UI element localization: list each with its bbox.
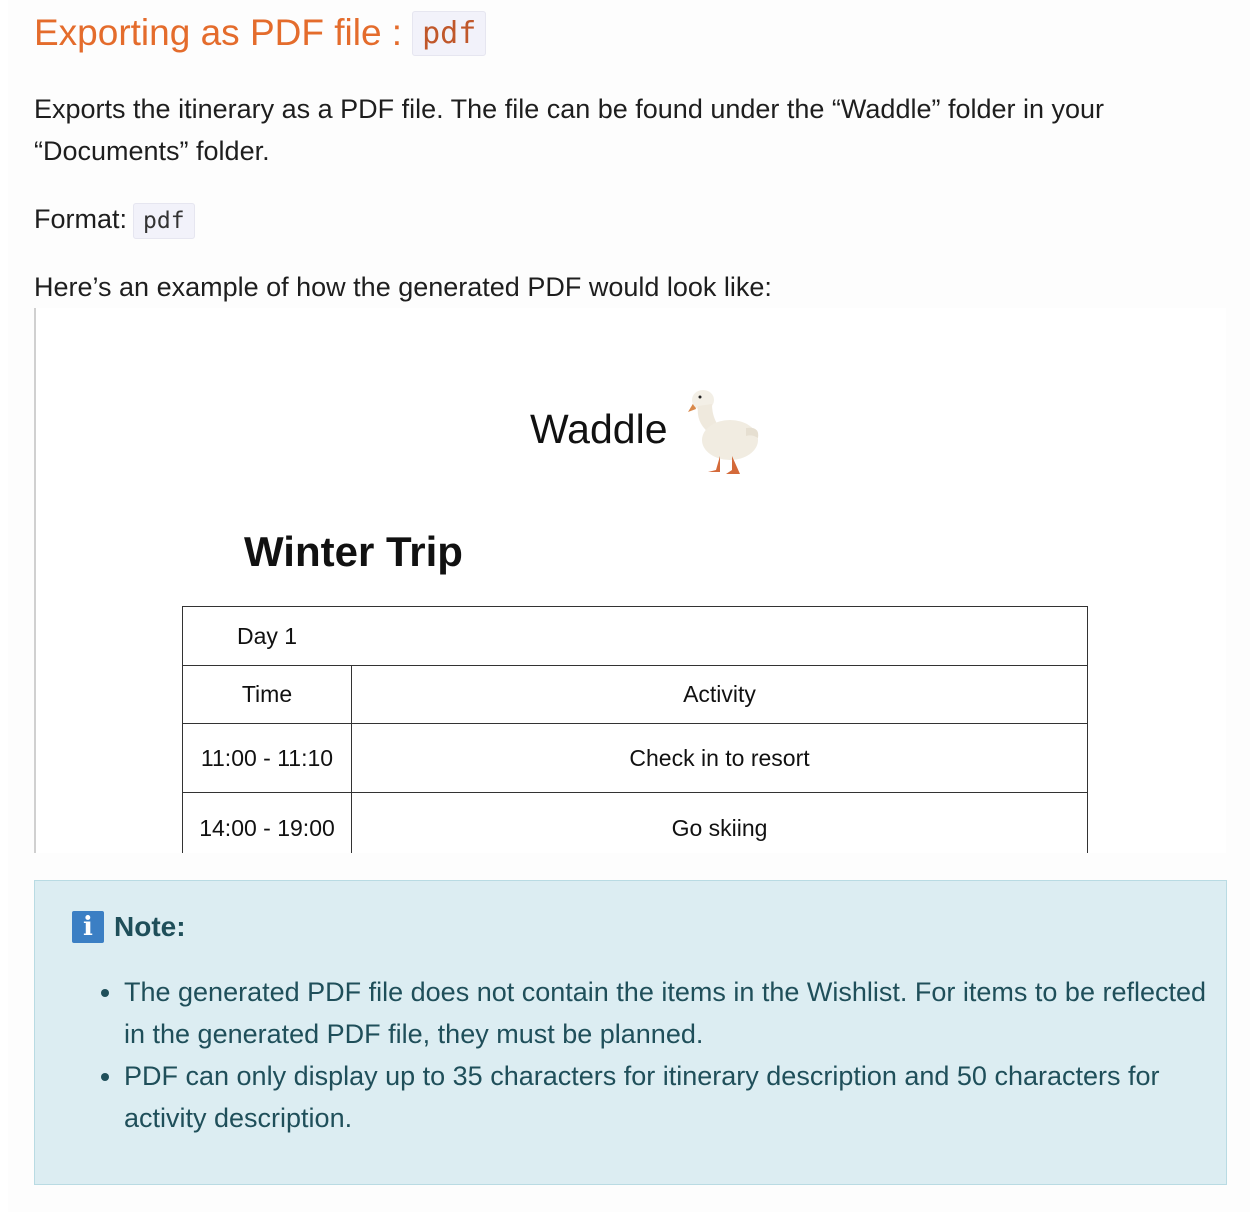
section-heading: Exporting as PDF file : pdf (34, 10, 487, 59)
note-list: The generated PDF file does not contain … (87, 971, 1234, 1139)
table-row: 11:00 - 11:10 Check in to resort (182, 723, 1088, 793)
format-line: Format: pdf (34, 198, 195, 242)
column-header-activity: Activity (351, 665, 1088, 724)
row-time: 14:00 - 19:00 (182, 792, 352, 853)
duck-icon (688, 390, 759, 474)
day-label: Day 1 (182, 606, 1088, 666)
description-paragraph: Exports the itinerary as a PDF file. The… (34, 94, 1105, 166)
heading-code: pdf (412, 11, 487, 56)
pdf-example-image: Waddle Winter Trip Day 1 Time Activity 1… (34, 308, 1226, 853)
format-code: pdf (133, 203, 195, 239)
pdf-trip-title: Winter Trip (244, 528, 463, 575)
day-row: Day 1 (182, 606, 1088, 666)
list-item: The generated PDF file does not contain … (124, 971, 1234, 1055)
itinerary-table: Day 1 Time Activity 11:00 - 11:10 Check … (182, 606, 1088, 853)
column-header-time: Time (182, 665, 352, 724)
note-title: Note: (114, 911, 186, 942)
pdf-app-name: Waddle (530, 406, 668, 452)
list-item: PDF can only display up to 35 characters… (124, 1055, 1234, 1139)
row-activity: Go skiing (351, 792, 1088, 853)
section-heading-text: Exporting as PDF file : (34, 12, 403, 53)
example-intro: Here’s an example of how the generated P… (34, 272, 772, 302)
table-header-row: Time Activity (182, 665, 1088, 724)
note-header: i Note: (72, 911, 186, 943)
info-icon: i (72, 911, 104, 943)
note-box: i Note: The generated PDF file does not … (34, 880, 1227, 1185)
format-label: Format: (34, 204, 128, 234)
row-time: 11:00 - 11:10 (182, 723, 352, 793)
table-row: 14:00 - 19:00 Go skiing (182, 792, 1088, 853)
row-activity: Check in to resort (351, 723, 1088, 793)
